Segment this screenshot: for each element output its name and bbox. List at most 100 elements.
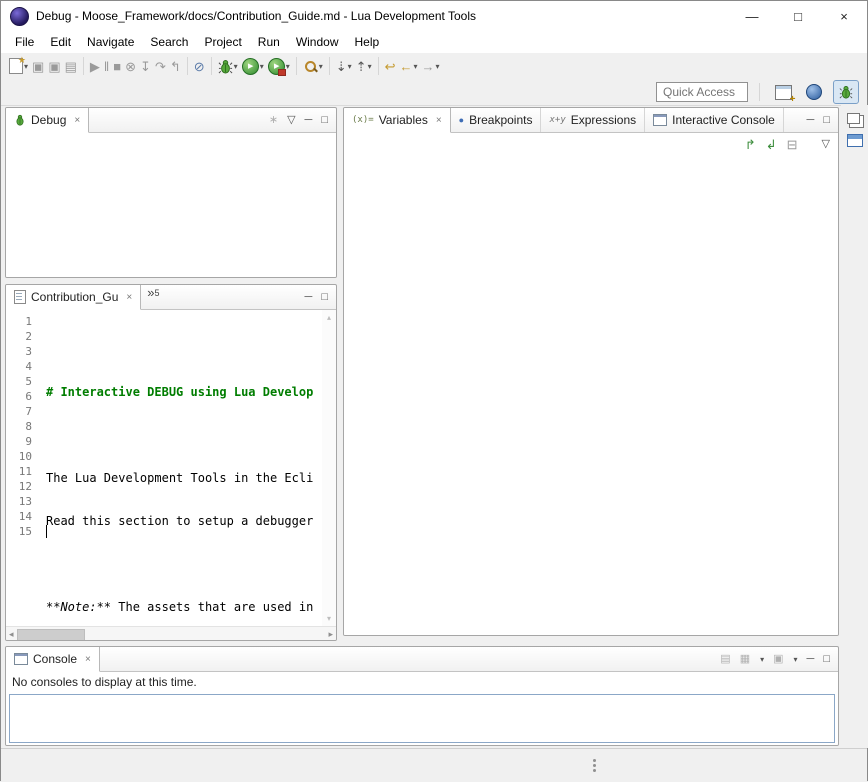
open-perspective-button[interactable] — [771, 81, 795, 103]
scroll-left-icon[interactable]: ◂ — [9, 629, 14, 640]
open-console-icon[interactable]: ▣ — [773, 654, 783, 665]
suspend-button[interactable]: ‖ — [103, 58, 110, 75]
last-edit-location-button[interactable]: ↩ — [384, 58, 397, 75]
minimize-view-icon[interactable]: ─ — [305, 115, 313, 126]
run-button[interactable]: ▶ ▾ — [241, 56, 265, 77]
debug-button[interactable]: ▾ — [217, 57, 239, 76]
dropdown-arrow-icon[interactable]: ▾ — [760, 655, 764, 664]
save-button[interactable]: ▣ — [31, 58, 45, 75]
scroll-down-icon[interactable]: ▾ — [327, 614, 331, 623]
menu-item-help[interactable]: Help — [347, 32, 388, 52]
dropdown-arrow-icon[interactable]: ▾ — [260, 62, 264, 71]
back-button[interactable]: ← ▾ — [398, 58, 418, 75]
menu-item-edit[interactable]: Edit — [42, 32, 79, 52]
dropdown-arrow-icon[interactable]: ▾ — [794, 655, 798, 664]
maximize-view-icon[interactable]: □ — [321, 292, 328, 303]
previous-annotation-button[interactable]: ⇡ ▾ — [355, 58, 373, 75]
dropdown-arrow-icon[interactable]: ▾ — [286, 62, 290, 71]
dropdown-arrow-icon[interactable]: ▾ — [413, 62, 417, 71]
view-menu-icon[interactable]: ▽ — [822, 139, 830, 150]
maximize-window-button[interactable]: □ — [775, 1, 821, 31]
perspective-button-ldt[interactable] — [802, 81, 826, 103]
pin-console-icon[interactable]: ▤ — [720, 654, 730, 665]
new-wizard-button[interactable]: ★ ▾ — [8, 56, 29, 76]
resume-button[interactable]: ▶ — [89, 58, 101, 75]
tab-expressions[interactable]: x+y Expressions — [541, 108, 645, 132]
menu-item-search[interactable]: Search — [142, 32, 196, 52]
close-tab-icon[interactable]: × — [126, 292, 132, 303]
hidden-tab-count: 5 — [154, 288, 159, 312]
show-logical-structure-icon[interactable]: ↱ — [745, 138, 756, 151]
disconnect-button[interactable]: ⊗ — [124, 58, 137, 75]
minimize-view-icon[interactable]: ─ — [807, 654, 815, 665]
maximize-view-icon[interactable]: □ — [321, 115, 328, 126]
debug-perspective-icon — [839, 85, 853, 99]
perspective-button-debug[interactable] — [833, 80, 859, 104]
open-perspective-icon — [775, 85, 792, 100]
step-over-button[interactable]: ↷ — [154, 58, 167, 75]
debug-view-content — [6, 133, 336, 278]
line-number-ruler: 1 2 3 4 5 6 7 8 9 10 11 12 13 14 15 — [6, 310, 40, 626]
tab-overflow-chevron[interactable]: » — [147, 285, 154, 309]
editor-text-area[interactable]: # Interactive DEBUG using Lua Develop Th… — [40, 310, 322, 626]
menu-item-navigate[interactable]: Navigate — [79, 32, 142, 52]
scrollbar-thumb[interactable] — [17, 629, 85, 641]
tab-interactive-console[interactable]: Interactive Console — [645, 108, 784, 132]
tab-contribution-guide[interactable]: Contribution_Gu × — [6, 285, 141, 310]
display-selected-console-icon[interactable]: ▦ — [740, 654, 750, 665]
dropdown-arrow-icon[interactable]: ▾ — [319, 62, 323, 71]
menu-item-window[interactable]: Window — [288, 32, 347, 52]
tab-variables[interactable]: (x)= Variables × — [344, 108, 451, 133]
tab-console[interactable]: Console × — [6, 647, 100, 672]
maximize-view-icon[interactable]: □ — [823, 654, 830, 665]
code-line — [40, 342, 322, 357]
line-number: 2 — [6, 329, 32, 344]
close-window-button[interactable]: × — [821, 1, 867, 31]
forward-button[interactable]: → ▾ — [421, 58, 441, 75]
dropdown-arrow-icon[interactable]: ▾ — [234, 62, 238, 71]
step-into-button[interactable]: ↧ — [139, 58, 152, 75]
tab-debug[interactable]: Debug × — [6, 108, 89, 133]
tab-breakpoints[interactable]: ● Breakpoints — [451, 108, 542, 132]
menu-item-project[interactable]: Project — [196, 32, 249, 52]
quick-access-input[interactable] — [656, 82, 748, 102]
external-tools-button[interactable]: ▶ ▾ — [267, 56, 291, 77]
line-number: 15 — [6, 524, 32, 539]
dropdown-arrow-icon[interactable]: ▾ — [348, 62, 352, 71]
scrollbar-track[interactable] — [17, 629, 326, 640]
scroll-up-icon[interactable]: ▴ — [327, 313, 331, 322]
line-number: 6 — [6, 389, 32, 404]
close-tab-icon[interactable]: × — [85, 654, 91, 665]
scroll-right-icon[interactable]: ▸ — [328, 629, 333, 640]
remove-all-terminated-icon[interactable]: ∗ — [269, 115, 278, 126]
minimize-view-icon[interactable]: ─ — [305, 292, 313, 303]
sash-handle[interactable] — [593, 757, 596, 774]
close-tab-icon[interactable]: × — [74, 115, 80, 126]
print-button[interactable]: ▤ — [64, 58, 78, 75]
vertical-scrollbar[interactable]: ▴ ▾ — [322, 310, 336, 626]
dropdown-arrow-icon[interactable]: ▾ — [368, 62, 372, 71]
maximize-view-icon[interactable]: □ — [823, 115, 830, 126]
code-line — [40, 428, 322, 443]
skip-all-breakpoints-icon: ⊘ — [194, 60, 205, 73]
step-return-button[interactable]: ↰ — [169, 58, 182, 75]
search-button[interactable]: ▾ — [302, 57, 324, 76]
restore-views-icon[interactable] — [847, 113, 860, 124]
line-number: 10 — [6, 449, 32, 464]
add-global-variables-icon[interactable]: ↲ — [766, 138, 777, 151]
terminate-button[interactable]: ■ — [112, 58, 122, 75]
minimize-window-button[interactable]: — — [729, 1, 775, 31]
console-icon — [14, 653, 28, 665]
dropdown-arrow-icon[interactable]: ▾ — [436, 62, 440, 71]
collapse-all-icon[interactable]: ⊟ — [787, 138, 798, 151]
close-tab-icon[interactable]: × — [436, 115, 442, 126]
view-menu-icon[interactable]: ▽ — [287, 115, 295, 126]
skip-all-breakpoints-button[interactable]: ⊘ — [193, 58, 206, 75]
menu-item-file[interactable]: File — [7, 32, 42, 52]
next-annotation-button[interactable]: ⇣ ▾ — [335, 58, 353, 75]
save-all-button[interactable]: ▣ — [47, 58, 61, 75]
horizontal-scrollbar[interactable]: ◂ ▸ — [6, 626, 336, 641]
minimize-view-icon[interactable]: ─ — [807, 115, 815, 126]
view-shortcut-icon[interactable] — [847, 134, 863, 147]
menu-item-run[interactable]: Run — [250, 32, 288, 52]
